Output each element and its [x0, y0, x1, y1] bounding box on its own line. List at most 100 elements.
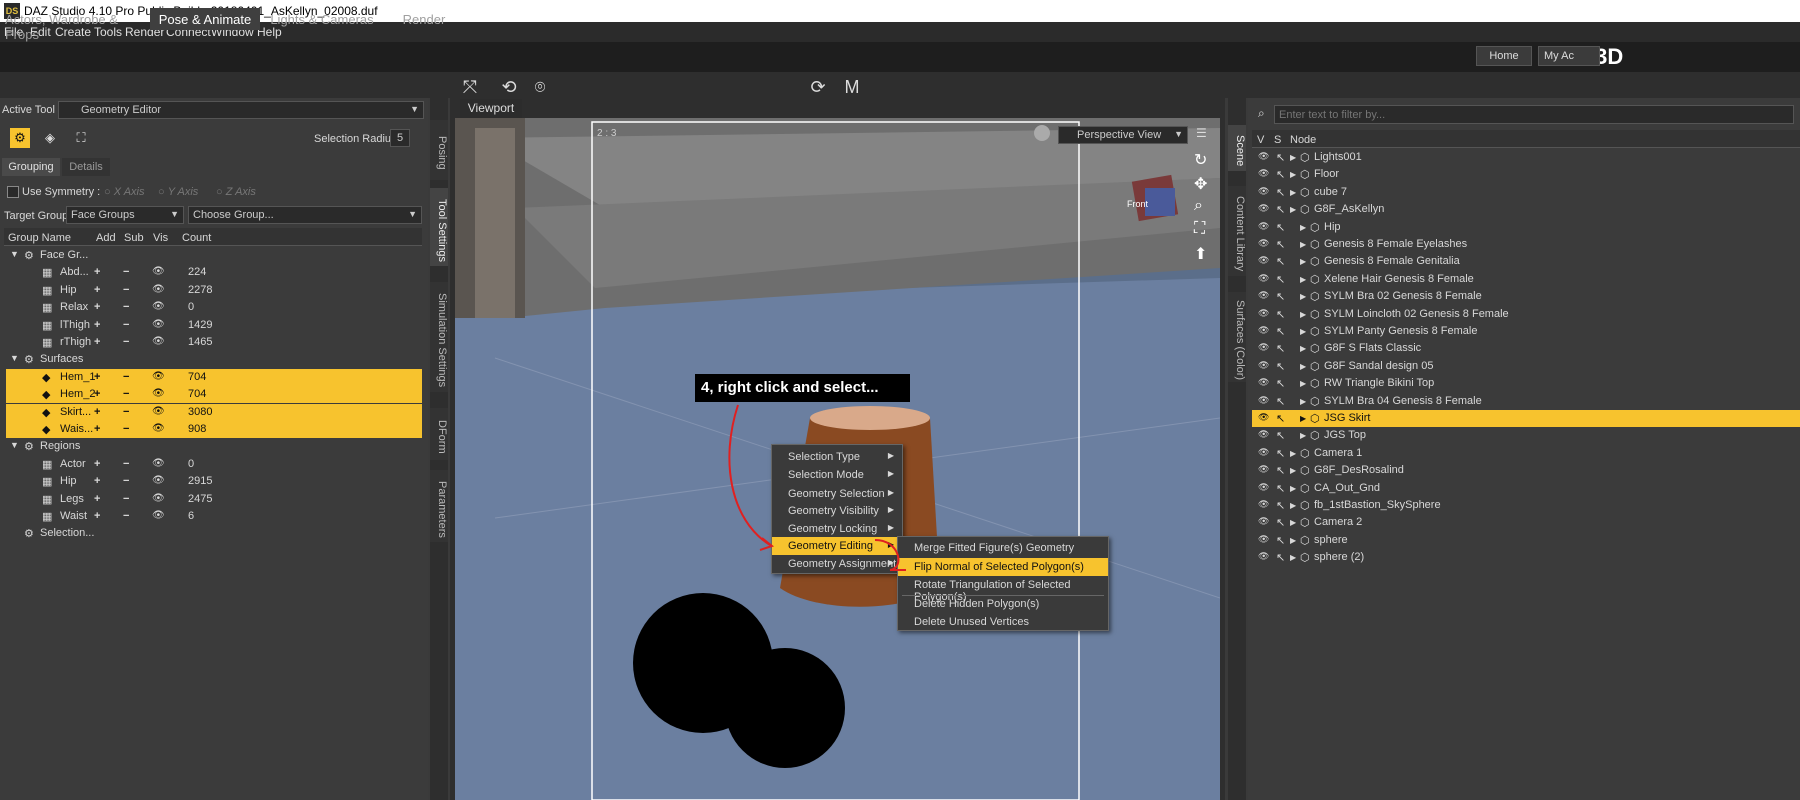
selectable-arrow-icon[interactable]: ↖	[1276, 273, 1285, 286]
x-axis-radio[interactable]: ○ X Axis	[104, 186, 144, 198]
selectable-arrow-icon[interactable]: ↖	[1276, 377, 1285, 390]
expand-arrow-icon[interactable]: ▶	[1300, 344, 1306, 353]
add-button[interactable]: +	[94, 493, 100, 505]
visibility-eye-icon[interactable]: 👁	[152, 423, 165, 434]
scene-node-row[interactable]: 👁 ↖ ▶ ⬡ Lights001	[1252, 149, 1800, 166]
home-button[interactable]: Home	[1476, 46, 1532, 66]
visibility-eye-icon[interactable]: 👁	[1258, 342, 1269, 353]
expand-arrow-icon[interactable]: ▶	[1300, 362, 1306, 371]
scene-node-row[interactable]: 👁 ↖ ▶ ⬡ Floor	[1252, 166, 1800, 183]
active-tool-dropdown[interactable]: Geometry Editor ▼	[58, 101, 424, 119]
selectable-arrow-icon[interactable]: ↖	[1276, 168, 1285, 181]
group-category-row[interactable]: ▼ ⚙ Surfaces	[6, 351, 422, 368]
expand-arrow-icon[interactable]: ▶	[1290, 553, 1296, 562]
selectable-arrow-icon[interactable]: ↖	[1276, 534, 1285, 547]
visibility-eye-icon[interactable]: 👁	[1258, 395, 1269, 406]
side-tab-tool-settings[interactable]: Tool Settings	[430, 188, 448, 266]
viewport-menu-icon[interactable]: ☰	[1196, 126, 1207, 140]
selectable-arrow-icon[interactable]: ↖	[1276, 464, 1285, 477]
col-group-name[interactable]: Group Name	[8, 232, 71, 244]
col-visible[interactable]: V	[1257, 134, 1264, 146]
selectable-arrow-icon[interactable]: ↖	[1276, 516, 1285, 529]
group-row[interactable]: ▦ rThigh + − 👁 1465	[6, 334, 422, 351]
selectable-arrow-icon[interactable]: ↖	[1276, 290, 1285, 303]
visibility-eye-icon[interactable]: 👁	[152, 458, 165, 469]
selectable-arrow-icon[interactable]: ↖	[1276, 429, 1285, 442]
sub-button[interactable]: −	[123, 301, 129, 313]
expand-arrow-icon[interactable]: ▶	[1300, 397, 1306, 406]
visibility-eye-icon[interactable]: 👁	[152, 475, 165, 486]
add-button[interactable]: +	[94, 301, 100, 313]
expand-arrow-icon[interactable]: ▶	[1290, 170, 1296, 179]
visibility-eye-icon[interactable]: 👁	[152, 388, 165, 399]
visibility-eye-icon[interactable]: 👁	[152, 493, 165, 504]
side-tab-posing[interactable]: Posing	[430, 120, 448, 180]
rotate-tool-icon[interactable]: ⟳	[806, 76, 830, 98]
expand-arrow-icon[interactable]: ▶	[1300, 223, 1306, 232]
expand-arrow-icon[interactable]: ▶	[1300, 292, 1306, 301]
expand-arrow-icon[interactable]: ▶	[1300, 310, 1306, 319]
expand-arrow-icon[interactable]: ▶	[1290, 501, 1296, 510]
group-row[interactable]: ▦ Actor + − 👁 0	[6, 456, 422, 473]
scene-node-row[interactable]: 👁 ↖ ▶ ⬡ SYLM Panty Genesis 8 Female	[1252, 323, 1800, 340]
visibility-eye-icon[interactable]: 👁	[152, 301, 165, 312]
scene-node-row[interactable]: 👁 ↖ ▶ ⬡ JGS Top	[1252, 427, 1800, 444]
scene-node-row[interactable]: 👁 ↖ ▶ ⬡ RW Triangle Bikini Top	[1252, 375, 1800, 392]
visibility-eye-icon[interactable]: 👁	[1258, 516, 1269, 527]
sub-button[interactable]: −	[123, 336, 129, 348]
expand-arrow-icon[interactable]: ▶	[1290, 536, 1296, 545]
visibility-eye-icon[interactable]: 👁	[1258, 186, 1269, 197]
scene-node-row[interactable]: 👁 ↖ ▶ ⬡ sphere (2)	[1252, 549, 1800, 566]
scene-node-row[interactable]: 👁 ↖ ▶ ⬡ JSG Skirt	[1252, 410, 1800, 427]
visibility-eye-icon[interactable]: 👁	[1258, 238, 1269, 249]
group-category-row[interactable]: ▼ ⚙ Face Gr...	[6, 247, 422, 264]
add-button[interactable]: +	[94, 371, 100, 383]
add-button[interactable]: +	[94, 336, 100, 348]
viewport-tab[interactable]: Viewport	[460, 99, 522, 118]
visibility-eye-icon[interactable]: 👁	[1258, 221, 1269, 232]
selectable-arrow-icon[interactable]: ↖	[1276, 221, 1285, 234]
visibility-eye-icon[interactable]: 👁	[1258, 325, 1269, 336]
selectable-arrow-icon[interactable]: ↖	[1276, 447, 1285, 460]
expand-arrow-icon[interactable]: ▼	[10, 440, 19, 450]
scene-node-row[interactable]: 👁 ↖ ▶ ⬡ sphere	[1252, 532, 1800, 549]
side-tab-parameters[interactable]: Parameters	[430, 470, 448, 542]
visibility-eye-icon[interactable]: 👁	[1258, 290, 1269, 301]
menu-delete-hidden-polygons[interactable]: Delete Hidden Polygon(s)	[898, 595, 1108, 613]
sub-button[interactable]: −	[123, 493, 129, 505]
group-row[interactable]: ▦ Legs + − 👁 2475	[6, 491, 422, 508]
add-button[interactable]: +	[94, 284, 100, 296]
expand-arrow-icon[interactable]: ▶	[1300, 414, 1306, 423]
side-tab-scene[interactable]: Scene	[1228, 125, 1246, 171]
scene-filter-input[interactable]	[1274, 105, 1794, 124]
subtab-details[interactable]: Details	[62, 158, 110, 176]
expand-arrow-icon[interactable]: ▶	[1300, 379, 1306, 388]
visibility-eye-icon[interactable]: 👁	[152, 336, 165, 347]
expand-arrow-icon[interactable]: ▶	[1290, 518, 1296, 527]
group-row[interactable]: ▦ Hip + − 👁 2915	[6, 473, 422, 490]
scene-node-row[interactable]: 👁 ↖ ▶ ⬡ G8F_AsKellyn	[1252, 201, 1800, 218]
selectable-arrow-icon[interactable]: ↖	[1276, 499, 1285, 512]
visibility-eye-icon[interactable]: 👁	[1258, 203, 1269, 214]
scene-node-row[interactable]: 👁 ↖ ▶ ⬡ SYLM Bra 04 Genesis 8 Female	[1252, 393, 1800, 410]
group-row[interactable]: ▦ Waist + − 👁 6	[6, 508, 422, 525]
selectable-arrow-icon[interactable]: ↖	[1276, 360, 1285, 373]
visibility-eye-icon[interactable]: 👁	[1258, 168, 1269, 179]
visibility-eye-icon[interactable]: 👁	[1258, 255, 1269, 266]
visibility-eye-icon[interactable]: 👁	[1258, 412, 1269, 423]
side-tab-dform[interactable]: DForm	[430, 408, 448, 460]
selectable-arrow-icon[interactable]: ↖	[1276, 151, 1285, 164]
sub-button[interactable]: −	[123, 371, 129, 383]
group-category-row[interactable]: ▼ ⚙ Regions	[6, 438, 422, 455]
scene-node-row[interactable]: 👁 ↖ ▶ ⬡ SYLM Bra 02 Genesis 8 Female	[1252, 288, 1800, 305]
sub-button[interactable]: −	[123, 458, 129, 470]
pan-icon[interactable]: ✥	[1194, 174, 1207, 194]
group-row[interactable]: ▦ Abd... + − 👁 224	[6, 264, 422, 281]
sub-button[interactable]: −	[123, 406, 129, 418]
lasso-icon[interactable]: ◈	[40, 128, 60, 148]
morph-tool-icon[interactable]: M	[840, 76, 864, 98]
visibility-eye-icon[interactable]: 👁	[1258, 377, 1269, 388]
col-vis[interactable]: Vis	[153, 232, 168, 244]
group-row[interactable]: ▦ Relax + − 👁 0	[6, 299, 422, 316]
expand-arrow-icon[interactable]: ▶	[1290, 466, 1296, 475]
